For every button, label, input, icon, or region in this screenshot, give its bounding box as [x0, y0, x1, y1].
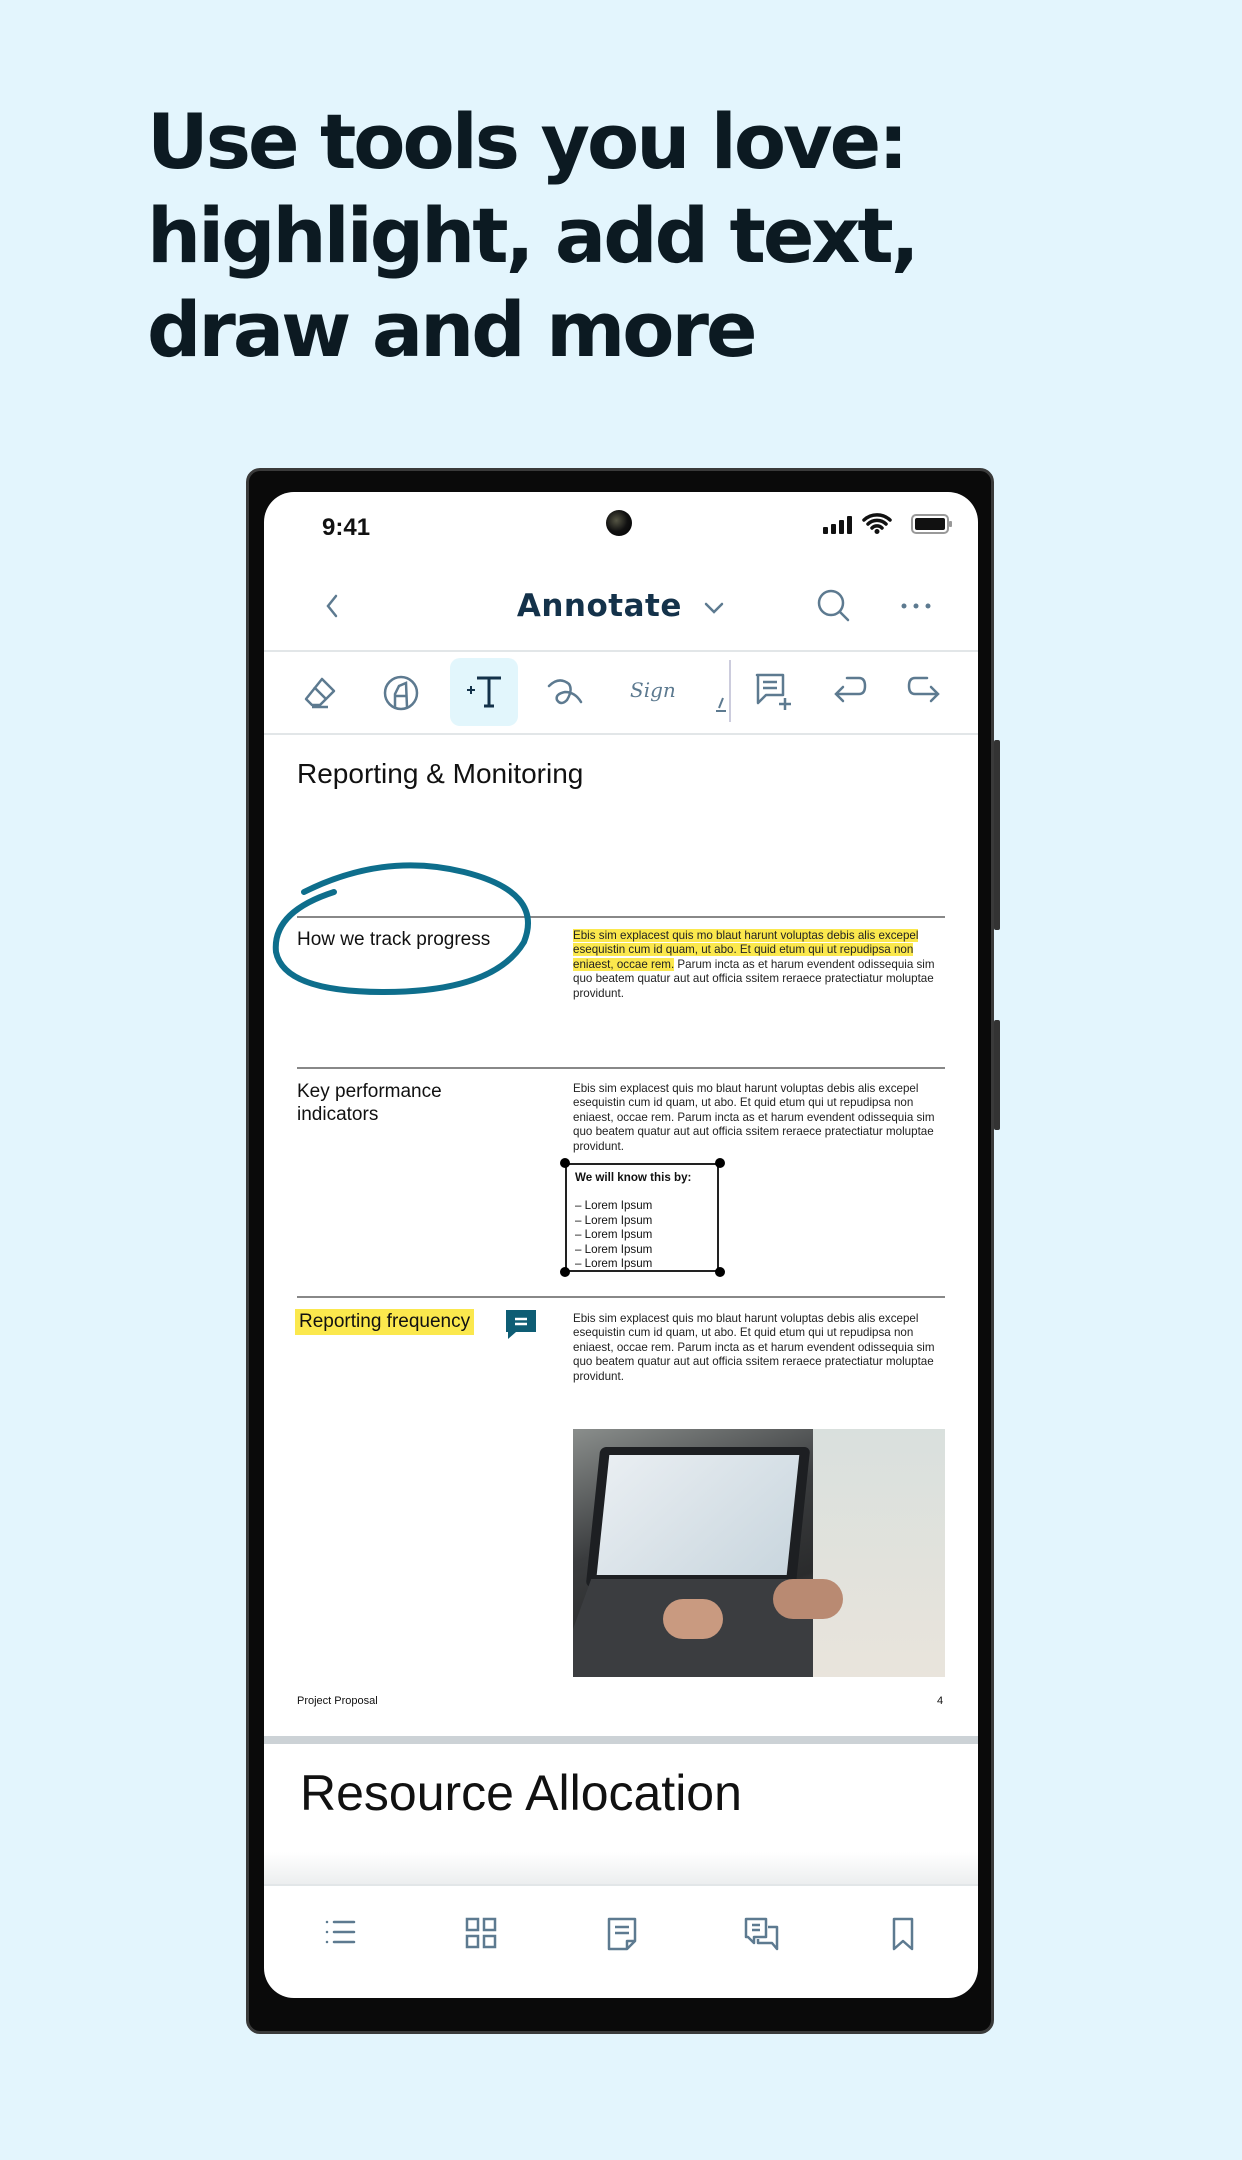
- redo-button[interactable]: [907, 674, 943, 708]
- status-time: 9:41: [322, 514, 371, 541]
- section-divider: [297, 1296, 945, 1298]
- add-note-icon[interactable]: [754, 672, 792, 712]
- resize-handle[interactable]: [560, 1158, 570, 1168]
- toolbar-divider: [264, 733, 978, 735]
- next-page-heading: Resource Allocation: [300, 1765, 742, 1821]
- bottom-nav-divider: [264, 1884, 978, 1886]
- power-button: [994, 1020, 1000, 1130]
- section-body: Ebis sim explacest quis mo blaut harunt …: [573, 1312, 935, 1383]
- section-body: Ebis sim explacest quis mo blaut harunt …: [573, 1082, 935, 1153]
- outline-icon[interactable]: [324, 1917, 356, 1947]
- eraser-icon[interactable]: [302, 675, 338, 711]
- comments-icon[interactable]: [744, 1917, 780, 1951]
- page-heading: Reporting & Monitoring: [297, 758, 584, 789]
- signature-tool[interactable]: Sign: [630, 678, 676, 702]
- page-number: 4: [937, 1695, 944, 1707]
- chevron-down-icon: [704, 602, 724, 614]
- resize-handle[interactable]: [715, 1267, 725, 1277]
- battery-icon: [911, 514, 953, 534]
- highlighter-icon[interactable]: [382, 674, 420, 712]
- wifi-icon: [862, 512, 892, 534]
- headline-line: draw and more: [147, 285, 758, 374]
- undo-button[interactable]: [831, 674, 867, 708]
- header-divider: [264, 650, 978, 652]
- footer-title: Project Proposal: [297, 1695, 378, 1707]
- section-label-highlighted[interactable]: Reporting frequency: [295, 1309, 475, 1335]
- mode-title-label: Annotate: [516, 588, 682, 624]
- laptop-photo: [573, 1429, 945, 1677]
- page-separator: [264, 1736, 978, 1744]
- text-box-item: – Lorem Ipsum: [575, 1257, 653, 1271]
- more-options-button[interactable]: [900, 602, 932, 610]
- headline-line: highlight, add text,: [147, 191, 920, 280]
- signal-icon: [822, 516, 856, 534]
- mode-title[interactable]: Annotate: [264, 588, 978, 624]
- headline-line: Use tools you love:: [147, 97, 909, 186]
- bookmark-icon[interactable]: [891, 1917, 915, 1951]
- shape-icon[interactable]: [716, 694, 726, 714]
- text-box-annotation[interactable]: We will know this by: – Lorem Ipsum – Lo…: [565, 1163, 719, 1272]
- text-box-item: – Lorem Ipsum: [575, 1242, 653, 1256]
- camera: [606, 510, 632, 536]
- text-box-item: – Lorem Ipsum: [575, 1199, 653, 1213]
- text-box-item: – Lorem Ipsum: [575, 1213, 653, 1227]
- section-divider: [297, 1067, 945, 1069]
- comment-note-icon[interactable]: [504, 1308, 538, 1340]
- scroll-shadow: [264, 1852, 978, 1884]
- toolbar-divider: [729, 660, 731, 722]
- thumbnails-icon[interactable]: [465, 1917, 497, 1949]
- section-label: Key performance indicators: [297, 1081, 442, 1125]
- section-body: Ebis sim explacest quis mo blaut harunt …: [573, 929, 935, 1000]
- resize-handle[interactable]: [715, 1158, 725, 1168]
- text-box-item: – Lorem Ipsum: [575, 1228, 653, 1242]
- ink-circle-annotation[interactable]: [264, 832, 564, 1012]
- volume-button: [994, 740, 1000, 930]
- resize-handle[interactable]: [560, 1267, 570, 1277]
- freehand-draw-icon[interactable]: [545, 676, 585, 708]
- add-text-icon[interactable]: [465, 672, 505, 712]
- page-icon[interactable]: [606, 1917, 638, 1951]
- search-button[interactable]: [816, 588, 852, 624]
- phone-screen: 9:41 Annotate Sign Reporting & Monitorin…: [264, 492, 978, 1998]
- text-box-title: We will know this by:: [575, 1171, 692, 1184]
- headline: Use tools you love: highlight, add text,…: [147, 95, 920, 377]
